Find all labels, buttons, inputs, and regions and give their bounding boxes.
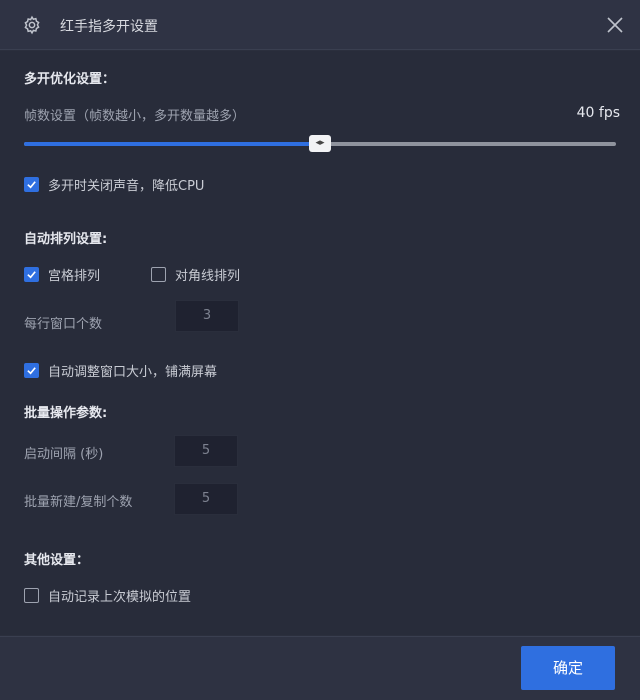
mute-checkbox-row[interactable]: 多开时关闭声音，降低CPU [24,175,205,194]
fps-value: 40 fps [576,105,620,121]
batch-count-input[interactable]: 5 [174,483,238,515]
autofit-checkbox[interactable] [24,362,39,378]
diagonal-arrange-checkbox[interactable] [151,266,166,282]
fps-slider-handle[interactable]: ◂▸ [309,135,331,152]
batch-count-label: 批量新建/复制个数 [24,495,133,510]
section-title-batch: 批量操作参数: [24,406,108,421]
window-title: 红手指多开设置 [60,19,158,35]
fps-slider-fill [24,142,320,146]
close-icon[interactable] [606,16,624,34]
section-title-optimize: 多开优化设置： [24,72,116,87]
per-row-input[interactable]: 3 [175,300,239,332]
autofit-checkbox-label: 自动调整窗口大小，铺满屏幕 [48,364,218,380]
grid-arrange-label: 宫格排列 [48,268,101,284]
section-title-other: 其他设置： [24,553,90,568]
title-bar: 红手指多开设置 [0,0,640,50]
fps-slider[interactable]: ◂▸ [24,135,616,152]
confirm-button[interactable]: 确定 [521,646,615,690]
interval-label: 启动间隔 (秒) [24,447,104,462]
per-row-label: 每行窗口个数 [24,317,103,332]
mute-checkbox-label: 多开时关闭声音，降低CPU [48,178,205,194]
diagonal-arrange-label: 对角线排列 [175,268,241,284]
mute-checkbox[interactable] [24,176,39,192]
autofit-checkbox-row[interactable]: 自动调整窗口大小，铺满屏幕 [24,361,218,380]
grid-arrange-option[interactable]: 宫格排列 [24,265,101,284]
remember-position-checkbox[interactable] [24,587,39,603]
remember-checkbox-row[interactable]: 自动记录上次模拟的位置 [24,586,192,605]
interval-input[interactable]: 5 [174,435,238,467]
remember-position-label: 自动记录上次模拟的位置 [48,589,192,605]
grid-arrange-checkbox[interactable] [24,266,39,282]
gear-icon [24,15,40,35]
section-title-arrange: 自动排列设置: [24,232,108,247]
fps-label: 帧数设置（帧数越小，多开数量越多） [24,109,246,124]
diagonal-arrange-option[interactable]: 对角线排列 [151,265,241,284]
